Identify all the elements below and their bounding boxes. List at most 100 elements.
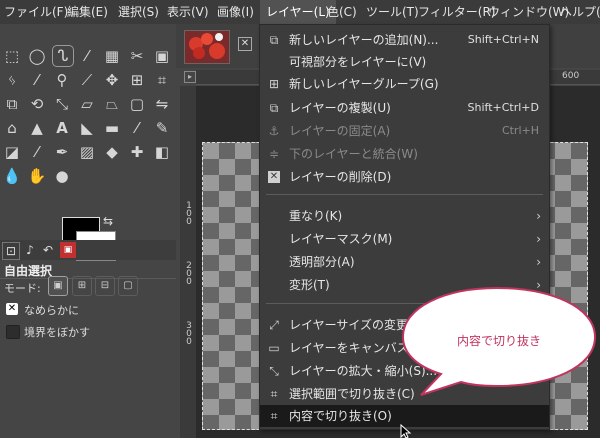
smudge-icon[interactable]: ✋ xyxy=(27,166,47,186)
new-group-icon: ⊞ xyxy=(268,77,280,91)
menu-item-merge-down[interactable]: ≑ 下のレイヤーと統合(W) xyxy=(260,143,549,165)
perspective-icon[interactable]: ⏢ xyxy=(102,94,122,114)
menu-filters[interactable]: フィルター(R) xyxy=(418,0,495,24)
eraser-icon[interactable]: ◪ xyxy=(2,142,22,162)
layer-to-canvas-icon: ▭ xyxy=(268,341,280,355)
menu-file[interactable]: ファイル(F) xyxy=(4,0,68,24)
callout-text: 内容で切り抜き xyxy=(456,334,541,348)
menu-tools[interactable]: ツール(T) xyxy=(366,0,419,24)
paintbrush-icon[interactable]: ⁄ xyxy=(127,118,147,138)
mode-label: モード: xyxy=(4,282,41,295)
crop-selection-icon: ⌗ xyxy=(270,387,278,401)
chevron-right-icon: › xyxy=(536,232,541,246)
paths-icon[interactable]: ᛃ xyxy=(2,70,22,90)
ellipse-select-icon[interactable]: ◯ xyxy=(27,46,47,66)
duplicate-icon: ⧉ xyxy=(269,101,279,115)
menu-select[interactable]: 選択(S) xyxy=(118,0,159,24)
menu-view[interactable]: 表示(V) xyxy=(167,0,209,24)
mode-add-icon[interactable]: ⊞ xyxy=(72,276,92,296)
rotate-icon[interactable]: ⟲ xyxy=(27,94,47,114)
free-select-icon[interactable]: ᔐ xyxy=(52,45,74,67)
chevron-right-icon: › xyxy=(536,255,541,269)
mode-subtract-icon[interactable]: ⊟ xyxy=(95,276,115,296)
feather-label: 境界をぼかす xyxy=(24,326,90,339)
device-status-tab-icon[interactable]: ♪ xyxy=(22,242,38,258)
tool-options-title: 自由選択 xyxy=(4,264,53,278)
airbrush-icon[interactable]: ⁄ xyxy=(27,142,47,162)
text-icon[interactable]: A xyxy=(52,118,72,138)
cage-icon[interactable]: ⌂ xyxy=(2,118,22,138)
tool-options-tab-icon[interactable]: ⊡ xyxy=(2,242,20,260)
layer-boundary-icon: ⤢ xyxy=(269,318,279,332)
menu-item-new-from-visible[interactable]: 可視部分をレイヤーに(V) xyxy=(260,51,549,73)
warp-icon[interactable]: ▲ xyxy=(27,118,47,138)
fuzzy-select-icon[interactable]: ⁄ xyxy=(77,46,97,66)
undo-history-tab-icon[interactable]: ↶ xyxy=(40,242,56,258)
ink-icon[interactable]: ✒ xyxy=(52,142,72,162)
menu-item-anchor-layer[interactable]: ⚓ レイヤーの固定(A) Ctrl+H xyxy=(260,120,549,142)
menu-item-transparency[interactable]: 透明部分(A) › xyxy=(260,251,549,273)
clone-icon[interactable]: ◆ xyxy=(102,142,122,162)
menu-separator xyxy=(266,194,543,195)
rect-select-icon[interactable]: ⬚ xyxy=(2,46,22,66)
crop-content-icon: ⌗ xyxy=(270,409,278,423)
antialias-checkbox[interactable]: ✕ xyxy=(6,303,18,315)
ruler-label: 300 xyxy=(186,321,192,347)
close-icon[interactable]: ✕ xyxy=(238,37,252,51)
menu-item-layer-mask[interactable]: レイヤーマスク(M) › xyxy=(260,228,549,250)
antialias-label: なめらかに xyxy=(24,304,79,317)
crop-icon[interactable]: ⌗ xyxy=(152,70,172,90)
menu-item-delete-layer[interactable]: ✕ レイヤーの削除(D) xyxy=(260,166,549,188)
delete-icon: ✕ xyxy=(268,171,280,183)
swap-colors-icon[interactable]: ⇆ xyxy=(103,214,113,228)
chevron-right-icon: › xyxy=(536,209,541,223)
new-layer-icon: ⧉ xyxy=(269,33,279,47)
measure-icon[interactable]: ⟋ xyxy=(77,70,97,90)
menu-windows[interactable]: ウィンドウ(W) xyxy=(488,0,569,24)
menu-item-duplicate-layer[interactable]: ⧉ レイヤーの複製(U) Shift+Ctrl+D xyxy=(260,97,549,119)
heal-icon[interactable]: ✚ xyxy=(127,142,147,162)
pencil-icon[interactable]: ✎ xyxy=(152,118,172,138)
ruler-label: 600 xyxy=(562,71,580,81)
mode-replace-icon[interactable]: ▣ xyxy=(48,276,68,296)
merge-down-icon: ≑ xyxy=(268,147,280,161)
menu-item-new-layer[interactable]: ⧉ 新しいレイヤーの追加(N)... Shift+Ctrl+N xyxy=(260,29,549,51)
ruler-label: 200 xyxy=(186,261,192,287)
3d-transform-icon[interactable]: ▢ xyxy=(127,94,147,114)
dock-tabs: ⊡ ♪ ↶ ▣ xyxy=(0,240,176,260)
perspective-clone-icon[interactable]: ◧ xyxy=(152,142,172,162)
shear-icon[interactable]: ▱ xyxy=(77,94,97,114)
scissors-icon[interactable]: ✂ xyxy=(127,46,147,66)
move-icon[interactable]: ✥ xyxy=(102,70,122,90)
dodge-burn-icon[interactable]: ● xyxy=(52,166,72,186)
menu-edit[interactable]: 編集(E) xyxy=(67,0,108,24)
gradient-icon[interactable]: ▬ xyxy=(102,118,122,138)
image-thumbnail[interactable] xyxy=(184,30,230,64)
menu-layer[interactable]: レイヤー(L) xyxy=(260,0,336,24)
scale-icon[interactable]: ⤡ xyxy=(52,94,72,114)
blur-icon[interactable]: 💧 xyxy=(2,166,22,186)
foreground-select-icon[interactable]: ▣ xyxy=(152,46,172,66)
menu-help[interactable]: ヘルプ(H xyxy=(560,0,600,24)
select-by-color-icon[interactable]: ▦ xyxy=(102,46,122,66)
scale-layer-icon: ⤡ xyxy=(269,364,279,378)
menu-item-stack[interactable]: 重なり(K) › xyxy=(260,205,549,227)
images-tab-icon[interactable]: ▣ xyxy=(60,242,76,258)
feather-checkbox[interactable] xyxy=(6,325,20,339)
flip-icon[interactable]: ⇋ xyxy=(152,94,172,114)
mode-intersect-icon[interactable]: ▢ xyxy=(118,276,138,296)
anchor-icon: ⚓ xyxy=(268,124,280,138)
bucket-fill-icon[interactable]: ◣ xyxy=(77,118,97,138)
align-icon[interactable]: ⊞ xyxy=(127,70,147,90)
menu-colors[interactable]: 色(C) xyxy=(327,0,357,24)
color-picker-icon[interactable]: ⁄ xyxy=(27,70,47,90)
quick-mask-toggle-icon[interactable]: ▸ xyxy=(184,71,196,83)
menu-image[interactable]: 画像(I) xyxy=(217,0,254,24)
menubar: ファイル(F) 編集(E) 選択(S) 表示(V) 画像(I) レイヤー(L) … xyxy=(0,0,600,24)
mouse-cursor-icon xyxy=(400,424,412,438)
mypaint-brush-icon[interactable]: ▨ xyxy=(77,142,97,162)
zoom-icon[interactable]: ⚲ xyxy=(52,70,72,90)
unified-transform-icon[interactable]: ⧉ xyxy=(2,94,22,114)
ruler-label: 100 xyxy=(186,201,192,227)
menu-item-new-layer-group[interactable]: ⊞ 新しいレイヤーグループ(G) xyxy=(260,73,549,95)
